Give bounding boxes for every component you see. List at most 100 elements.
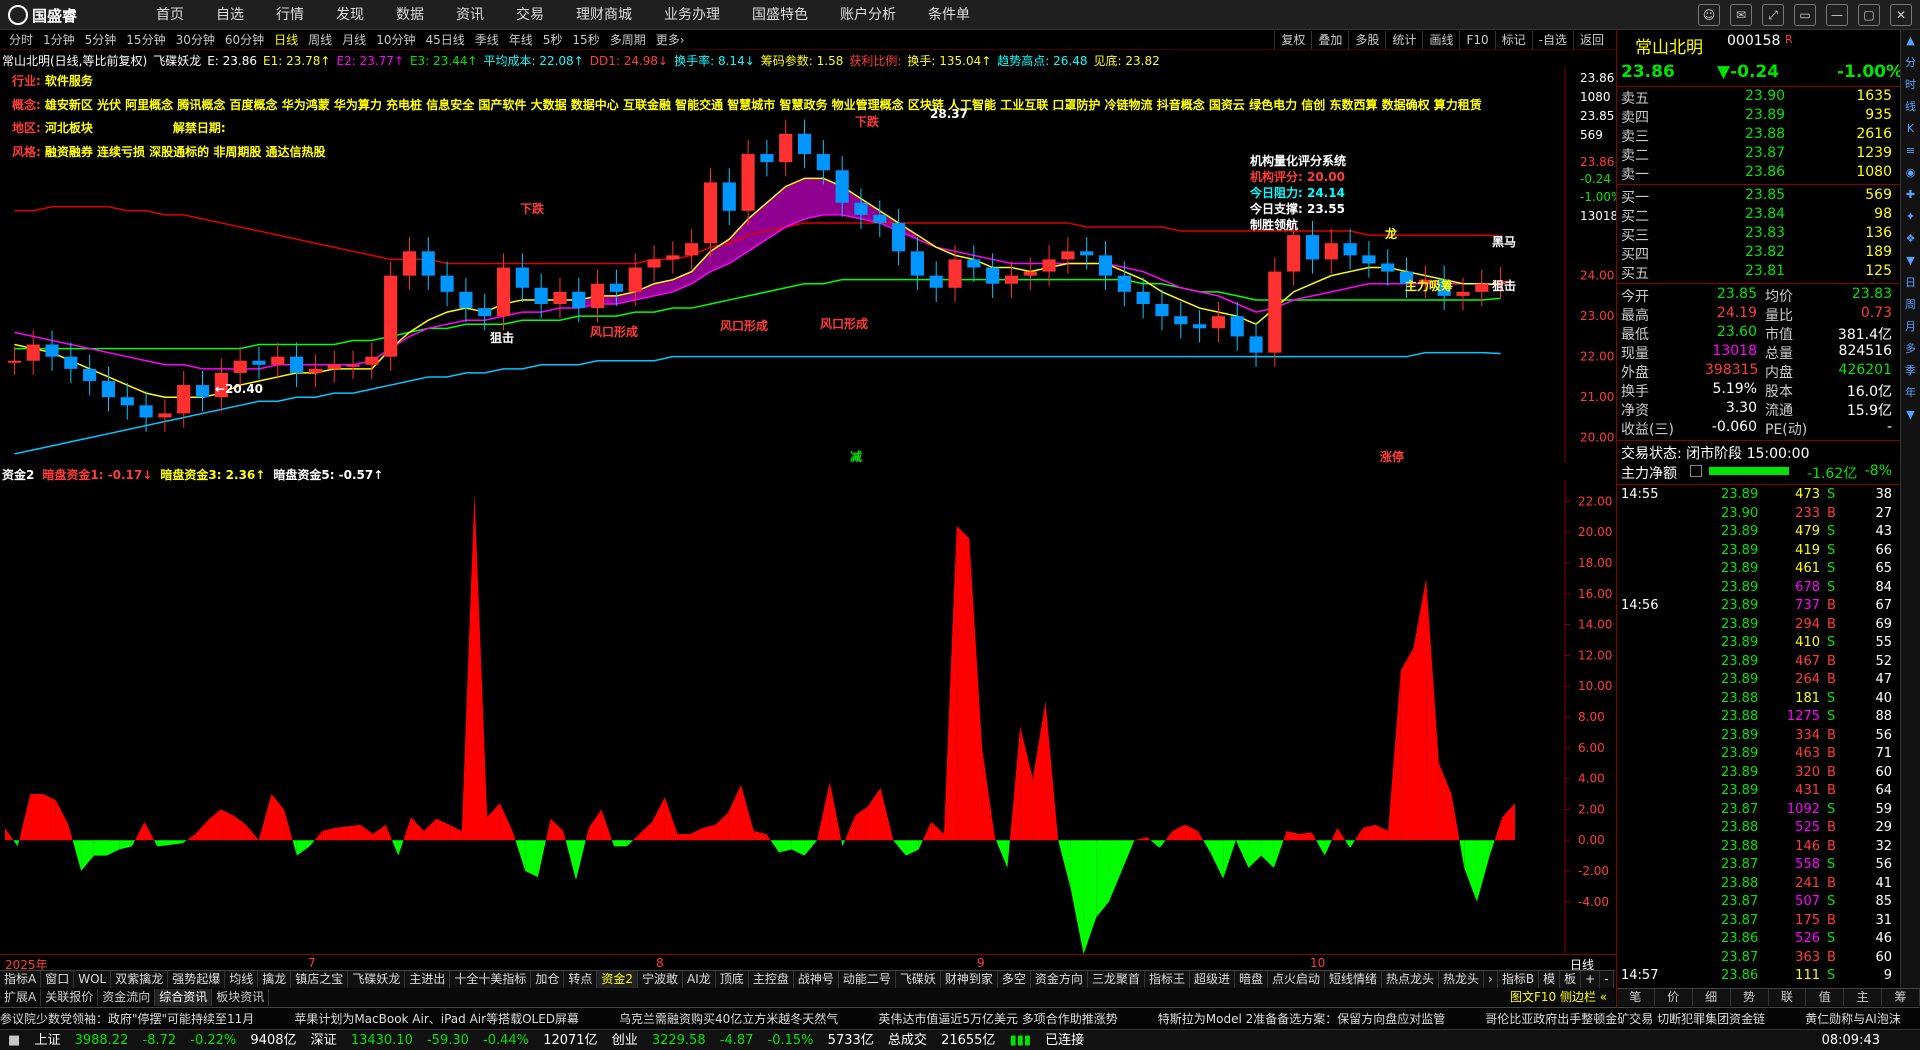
period-tab[interactable]: 5秒	[538, 31, 568, 49]
bid-price[interactable]: 23.82	[1745, 244, 1785, 260]
indicator-tab[interactable]: ›	[1484, 971, 1498, 988]
news-ticker[interactable]: 参议院少数党领袖：政府"停摆"可能持续至11月 苹果计划为MacBook Air、…	[0, 1007, 1920, 1029]
period-tab[interactable]: 多周期	[605, 31, 651, 49]
indicator-tab[interactable]: +	[1581, 971, 1601, 988]
indicator-tab[interactable]: 战神号	[794, 971, 839, 988]
period-tab[interactable]: 15分钟	[121, 31, 170, 49]
indicator-tab[interactable]: 飞碟妖	[896, 971, 941, 988]
period-tab[interactable]: 更多›	[651, 31, 690, 49]
tick-view-tab[interactable]: 联	[1769, 989, 1807, 1006]
side-tool-icon[interactable]: 线	[1901, 96, 1920, 118]
side-tool-icon[interactable]: 周	[1901, 294, 1920, 316]
tool-button[interactable]: 统计	[1385, 31, 1422, 49]
side-tool-icon[interactable]: 月	[1901, 316, 1920, 338]
side-tool-icon[interactable]: ▼	[1901, 404, 1920, 426]
side-tool-icon[interactable]: 时	[1901, 74, 1920, 96]
indicator-tab[interactable]: AI龙	[683, 971, 716, 988]
indicator-tab[interactable]: 双紫擒龙	[111, 971, 169, 988]
tick-view-tab[interactable]: 筹	[1882, 989, 1920, 1006]
tool-button[interactable]: 返回	[1572, 31, 1610, 49]
window-button-icon[interactable]: ✕	[1890, 4, 1912, 26]
news-item[interactable]: 苹果计划为MacBook Air、iPad Air等搭载OLED屏幕	[294, 1008, 579, 1029]
side-tool-icon[interactable]: K	[1901, 118, 1920, 140]
tool-button[interactable]: 画线	[1422, 31, 1459, 49]
window-button-icon[interactable]: ✉	[1730, 4, 1752, 26]
news-item[interactable]: 英伟达市值逼近5万亿美元 多项合作助推涨势	[878, 1008, 1117, 1029]
side-tool-icon[interactable]: 分	[1901, 52, 1920, 74]
menu-item[interactable]: 首页	[140, 0, 200, 30]
period-tab[interactable]: 60分钟	[220, 31, 269, 49]
indicator-tab[interactable]: 转点	[564, 971, 598, 988]
indicator-tab[interactable]: 主进出	[405, 971, 451, 988]
app-logo[interactable]: 国盛睿	[8, 4, 98, 26]
tick-view-tab[interactable]: 价	[1655, 989, 1693, 1006]
news-item[interactable]: 参议院少数党领袖：政府"停摆"可能持续至11月	[0, 1008, 254, 1029]
f10-sidebar-toggle[interactable]: 图文F10 侧边栏 «	[1510, 989, 1607, 1006]
ask-price[interactable]: 23.90	[1745, 88, 1785, 104]
tick-view-tab[interactable]: 细	[1693, 989, 1731, 1006]
menu-item[interactable]: 行情	[260, 0, 320, 30]
ask-price[interactable]: 23.88	[1745, 126, 1785, 142]
tick-view-tab[interactable]: 势	[1731, 989, 1769, 1006]
fund-flow-chart[interactable]: 22.00 20.00 18.00 16.00 14.00 12.00 10.00 8.00 6…	[0, 480, 1616, 954]
indicator-tab[interactable]: 热点龙头	[1382, 971, 1440, 988]
period-tab[interactable]: 15秒	[567, 31, 604, 49]
period-tab[interactable]: 30分钟	[171, 31, 220, 49]
period-tab[interactable]: 1分钟	[38, 31, 80, 49]
indicator-tab[interactable]: 顶底	[716, 971, 749, 988]
news-item[interactable]: 哥伦比亚政府出手整顿金矿交易 切断犯罪集团资金链	[1485, 1008, 1765, 1029]
indicator-tab[interactable]: 热龙头	[1439, 971, 1485, 988]
menu-item[interactable]: 发现	[320, 0, 380, 30]
indicator-tab[interactable]: 指标B	[1498, 971, 1540, 988]
info-tab[interactable]: 扩展A	[0, 989, 42, 1006]
kline-chart[interactable]: 20.00 21.00 22.00 23.00 24.00 23.86 1080 23.85 5…	[0, 68, 1616, 463]
period-tab[interactable]: 10分钟	[371, 31, 420, 49]
indicator-tab[interactable]: 飞碟妖龙	[348, 971, 406, 988]
side-tool-icon[interactable]: ✚	[1901, 184, 1920, 206]
side-tool-icon[interactable]: ≡	[1901, 140, 1920, 162]
period-tab[interactable]: 季线	[470, 31, 504, 49]
window-button-icon[interactable]: ▢	[1858, 4, 1880, 26]
info-tab[interactable]: 综合资讯	[155, 989, 213, 1006]
bid-price[interactable]: 23.84	[1745, 206, 1785, 222]
connection-status[interactable]: 已连接	[1045, 1030, 1084, 1050]
indicator-tab[interactable]: 暗盘	[1235, 971, 1268, 988]
indicator-tab[interactable]: 加仓	[531, 971, 565, 988]
tick-view-tab[interactable]: 主	[1844, 989, 1883, 1006]
menu-item[interactable]: 交易	[500, 0, 560, 30]
indicator-tab[interactable]: 镇店之宝	[291, 971, 349, 988]
news-item[interactable]: 乌克兰需融资购买40亿立方米越冬天然气	[619, 1008, 838, 1029]
indicator-tab[interactable]: 指标A	[0, 971, 42, 988]
side-tool-icon[interactable]: ✦	[1901, 206, 1920, 228]
indicator-tab[interactable]: 指标王	[1145, 971, 1190, 988]
indicator-tab[interactable]: 宁波敢	[638, 971, 684, 988]
window-button-icon[interactable]: —	[1826, 4, 1848, 26]
indicator-tab[interactable]: 财神到家	[941, 971, 998, 988]
window-button-icon[interactable]: ☺	[1698, 4, 1720, 26]
side-tool-icon[interactable]: 年	[1901, 382, 1920, 404]
period-tab[interactable]: 年线	[504, 31, 538, 49]
indicator-tab[interactable]: 板	[1560, 971, 1582, 988]
tool-button[interactable]: -自选	[1531, 31, 1573, 49]
menu-item[interactable]: 理财商城	[560, 0, 648, 30]
main-net-toggle-icon[interactable]	[1690, 465, 1702, 477]
indicator-tab[interactable]: 主控盘	[749, 971, 794, 988]
indicator-tab[interactable]: 资金方向	[1031, 971, 1088, 988]
indicator-tab[interactable]: 强势起爆	[168, 971, 226, 988]
indicator-tab[interactable]: 擒龙	[258, 971, 292, 988]
side-tool-icon[interactable]: ▲	[1901, 30, 1920, 52]
info-tab[interactable]: 资金流向	[98, 989, 156, 1006]
indicator-tab[interactable]: 超级进	[1190, 971, 1235, 988]
bid-price[interactable]: 23.81	[1745, 263, 1785, 279]
cy-label[interactable]: 创业	[612, 1030, 638, 1050]
period-tab[interactable]: 5分钟	[80, 31, 122, 49]
menu-item[interactable]: 自选	[200, 0, 260, 30]
indicator-tab[interactable]: WOL	[74, 971, 112, 988]
period-tab[interactable]: 日线	[269, 31, 303, 49]
period-tab[interactable]: 月线	[337, 31, 371, 49]
indicator-tab[interactable]: 点火启动	[1268, 971, 1325, 988]
side-tool-icon[interactable]: 日	[1901, 272, 1920, 294]
ask-price[interactable]: 23.89	[1745, 107, 1785, 123]
ask-price[interactable]: 23.87	[1745, 145, 1785, 161]
indicator-tab[interactable]: 动能二号	[839, 971, 896, 988]
